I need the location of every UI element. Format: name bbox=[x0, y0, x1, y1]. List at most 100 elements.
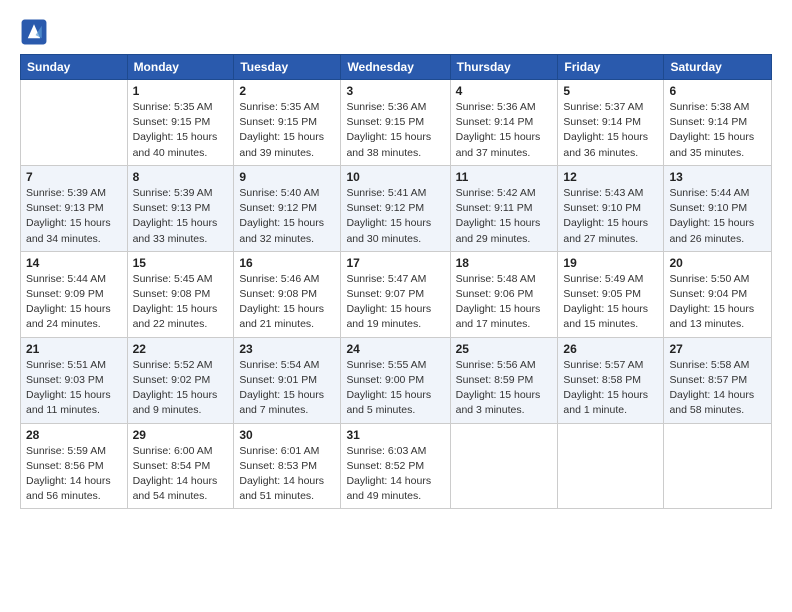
day-info: Sunrise: 5:37 AM Sunset: 9:14 PM Dayligh… bbox=[563, 100, 658, 161]
calendar-cell: 3 Sunrise: 5:36 AM Sunset: 9:15 PM Daylig… bbox=[341, 80, 450, 166]
day-number: 30 bbox=[239, 428, 335, 442]
day-number: 28 bbox=[26, 428, 122, 442]
day-info: Sunrise: 5:55 AM Sunset: 9:00 PM Dayligh… bbox=[346, 358, 444, 419]
calendar-cell bbox=[450, 423, 558, 509]
calendar-cell: 24 Sunrise: 5:55 AM Sunset: 9:00 PM Dayli… bbox=[341, 337, 450, 423]
calendar-cell: 18 Sunrise: 5:48 AM Sunset: 9:06 PM Dayli… bbox=[450, 251, 558, 337]
weekday-header-monday: Monday bbox=[127, 55, 234, 80]
day-number: 7 bbox=[26, 170, 122, 184]
calendar-cell: 19 Sunrise: 5:49 AM Sunset: 9:05 PM Dayli… bbox=[558, 251, 664, 337]
weekday-header-saturday: Saturday bbox=[664, 55, 772, 80]
calendar-cell: 7Sunrise: 5:39 AM Sunset: 9:13 PM Daylig… bbox=[21, 165, 128, 251]
calendar-cell bbox=[558, 423, 664, 509]
day-info: Sunrise: 5:46 AM Sunset: 9:08 PM Dayligh… bbox=[239, 272, 335, 333]
calendar-cell: 30 Sunrise: 6:01 AM Sunset: 8:53 PM Dayli… bbox=[234, 423, 341, 509]
weekday-header-tuesday: Tuesday bbox=[234, 55, 341, 80]
calendar-cell: 13 Sunrise: 5:44 AM Sunset: 9:10 PM Dayli… bbox=[664, 165, 772, 251]
day-info: Sunrise: 5:54 AM Sunset: 9:01 PM Dayligh… bbox=[239, 358, 335, 419]
day-info: Sunrise: 5:58 AM Sunset: 8:57 PM Dayligh… bbox=[669, 358, 766, 419]
calendar-cell: 31 Sunrise: 6:03 AM Sunset: 8:52 PM Dayli… bbox=[341, 423, 450, 509]
day-number: 2 bbox=[239, 84, 335, 98]
week-row-3: 14 Sunrise: 5:44 AM Sunset: 9:09 PM Dayli… bbox=[21, 251, 772, 337]
day-number: 31 bbox=[346, 428, 444, 442]
header bbox=[20, 18, 772, 46]
day-info: Sunrise: 5:44 AM Sunset: 9:10 PM Dayligh… bbox=[669, 186, 766, 247]
day-number: 15 bbox=[133, 256, 229, 270]
day-info: Sunrise: 5:43 AM Sunset: 9:10 PM Dayligh… bbox=[563, 186, 658, 247]
day-number: 25 bbox=[456, 342, 553, 356]
day-number: 19 bbox=[563, 256, 658, 270]
day-number: 27 bbox=[669, 342, 766, 356]
week-row-5: 28 Sunrise: 5:59 AM Sunset: 8:56 PM Dayli… bbox=[21, 423, 772, 509]
day-info: Sunrise: 5:49 AM Sunset: 9:05 PM Dayligh… bbox=[563, 272, 658, 333]
calendar-cell bbox=[664, 423, 772, 509]
calendar-cell: 23 Sunrise: 5:54 AM Sunset: 9:01 PM Dayli… bbox=[234, 337, 341, 423]
day-info: Sunrise: 5:47 AM Sunset: 9:07 PM Dayligh… bbox=[346, 272, 444, 333]
calendar-cell: 22 Sunrise: 5:52 AM Sunset: 9:02 PM Dayli… bbox=[127, 337, 234, 423]
day-number: 10 bbox=[346, 170, 444, 184]
day-info: Sunrise: 6:01 AM Sunset: 8:53 PM Dayligh… bbox=[239, 444, 335, 505]
day-info: Sunrise: 5:52 AM Sunset: 9:02 PM Dayligh… bbox=[133, 358, 229, 419]
day-number: 5 bbox=[563, 84, 658, 98]
day-info: Sunrise: 5:48 AM Sunset: 9:06 PM Dayligh… bbox=[456, 272, 553, 333]
day-number: 3 bbox=[346, 84, 444, 98]
calendar-cell: 17 Sunrise: 5:47 AM Sunset: 9:07 PM Dayli… bbox=[341, 251, 450, 337]
day-info: Sunrise: 6:00 AM Sunset: 8:54 PM Dayligh… bbox=[133, 444, 229, 505]
calendar-cell: 9 Sunrise: 5:40 AM Sunset: 9:12 PM Daylig… bbox=[234, 165, 341, 251]
day-number: 26 bbox=[563, 342, 658, 356]
day-info: Sunrise: 5:57 AM Sunset: 8:58 PM Dayligh… bbox=[563, 358, 658, 419]
day-info: Sunrise: 5:51 AM Sunset: 9:03 PM Dayligh… bbox=[26, 358, 122, 419]
day-info: Sunrise: 5:38 AM Sunset: 9:14 PM Dayligh… bbox=[669, 100, 766, 161]
calendar-cell: 6Sunrise: 5:38 AM Sunset: 9:14 PM Daylig… bbox=[664, 80, 772, 166]
day-number: 12 bbox=[563, 170, 658, 184]
calendar-cell: 25 Sunrise: 5:56 AM Sunset: 8:59 PM Dayli… bbox=[450, 337, 558, 423]
day-number: 14 bbox=[26, 256, 122, 270]
day-info: Sunrise: 5:50 AM Sunset: 9:04 PM Dayligh… bbox=[669, 272, 766, 333]
day-number: 21 bbox=[26, 342, 122, 356]
day-number: 22 bbox=[133, 342, 229, 356]
day-number: 17 bbox=[346, 256, 444, 270]
calendar-cell: 12 Sunrise: 5:43 AM Sunset: 9:10 PM Dayli… bbox=[558, 165, 664, 251]
page: SundayMondayTuesdayWednesdayThursdayFrid… bbox=[0, 0, 792, 527]
weekday-header-row: SundayMondayTuesdayWednesdayThursdayFrid… bbox=[21, 55, 772, 80]
calendar-cell: 10 Sunrise: 5:41 AM Sunset: 9:12 PM Dayli… bbox=[341, 165, 450, 251]
calendar-cell: 21 Sunrise: 5:51 AM Sunset: 9:03 PM Dayli… bbox=[21, 337, 128, 423]
calendar-cell: 14 Sunrise: 5:44 AM Sunset: 9:09 PM Dayli… bbox=[21, 251, 128, 337]
day-info: Sunrise: 5:42 AM Sunset: 9:11 PM Dayligh… bbox=[456, 186, 553, 247]
weekday-header-wednesday: Wednesday bbox=[341, 55, 450, 80]
day-info: Sunrise: 5:39 AM Sunset: 9:13 PM Dayligh… bbox=[133, 186, 229, 247]
calendar-cell: 5 Sunrise: 5:37 AM Sunset: 9:14 PM Daylig… bbox=[558, 80, 664, 166]
day-number: 9 bbox=[239, 170, 335, 184]
day-number: 13 bbox=[669, 170, 766, 184]
day-info: Sunrise: 5:41 AM Sunset: 9:12 PM Dayligh… bbox=[346, 186, 444, 247]
weekday-header-sunday: Sunday bbox=[21, 55, 128, 80]
week-row-2: 7 Sunrise: 5:39 AM Sunset: 9:13 PM Daylig… bbox=[21, 165, 772, 251]
day-info: Sunrise: 5:56 AM Sunset: 8:59 PM Dayligh… bbox=[456, 358, 553, 419]
day-info: Sunrise: 5:36 AM Sunset: 9:15 PM Dayligh… bbox=[346, 100, 444, 161]
day-info: Sunrise: 6:03 AM Sunset: 8:52 PM Dayligh… bbox=[346, 444, 444, 505]
week-row-4: 21 Sunrise: 5:51 AM Sunset: 9:03 PM Dayli… bbox=[21, 337, 772, 423]
calendar-cell: 4Sunrise: 5:36 AM Sunset: 9:14 PM Daylig… bbox=[450, 80, 558, 166]
day-info: Sunrise: 5:40 AM Sunset: 9:12 PM Dayligh… bbox=[239, 186, 335, 247]
day-number: 20 bbox=[669, 256, 766, 270]
weekday-header-thursday: Thursday bbox=[450, 55, 558, 80]
day-number: 16 bbox=[239, 256, 335, 270]
logo-icon bbox=[20, 18, 48, 46]
day-info: Sunrise: 5:36 AM Sunset: 9:14 PM Dayligh… bbox=[456, 100, 553, 161]
day-number: 24 bbox=[346, 342, 444, 356]
calendar-cell: 29 Sunrise: 6:00 AM Sunset: 8:54 PM Dayli… bbox=[127, 423, 234, 509]
calendar-table: SundayMondayTuesdayWednesdayThursdayFrid… bbox=[20, 54, 772, 509]
day-number: 23 bbox=[239, 342, 335, 356]
day-info: Sunrise: 5:35 AM Sunset: 9:15 PM Dayligh… bbox=[133, 100, 229, 161]
day-number: 29 bbox=[133, 428, 229, 442]
day-number: 18 bbox=[456, 256, 553, 270]
calendar-cell: 16 Sunrise: 5:46 AM Sunset: 9:08 PM Dayli… bbox=[234, 251, 341, 337]
calendar-cell bbox=[21, 80, 128, 166]
week-row-1: 1Sunrise: 5:35 AM Sunset: 9:15 PM Daylig… bbox=[21, 80, 772, 166]
calendar-cell: 28 Sunrise: 5:59 AM Sunset: 8:56 PM Dayli… bbox=[21, 423, 128, 509]
calendar-cell: 1Sunrise: 5:35 AM Sunset: 9:15 PM Daylig… bbox=[127, 80, 234, 166]
day-info: Sunrise: 5:59 AM Sunset: 8:56 PM Dayligh… bbox=[26, 444, 122, 505]
day-number: 11 bbox=[456, 170, 553, 184]
day-number: 8 bbox=[133, 170, 229, 184]
day-info: Sunrise: 5:44 AM Sunset: 9:09 PM Dayligh… bbox=[26, 272, 122, 333]
